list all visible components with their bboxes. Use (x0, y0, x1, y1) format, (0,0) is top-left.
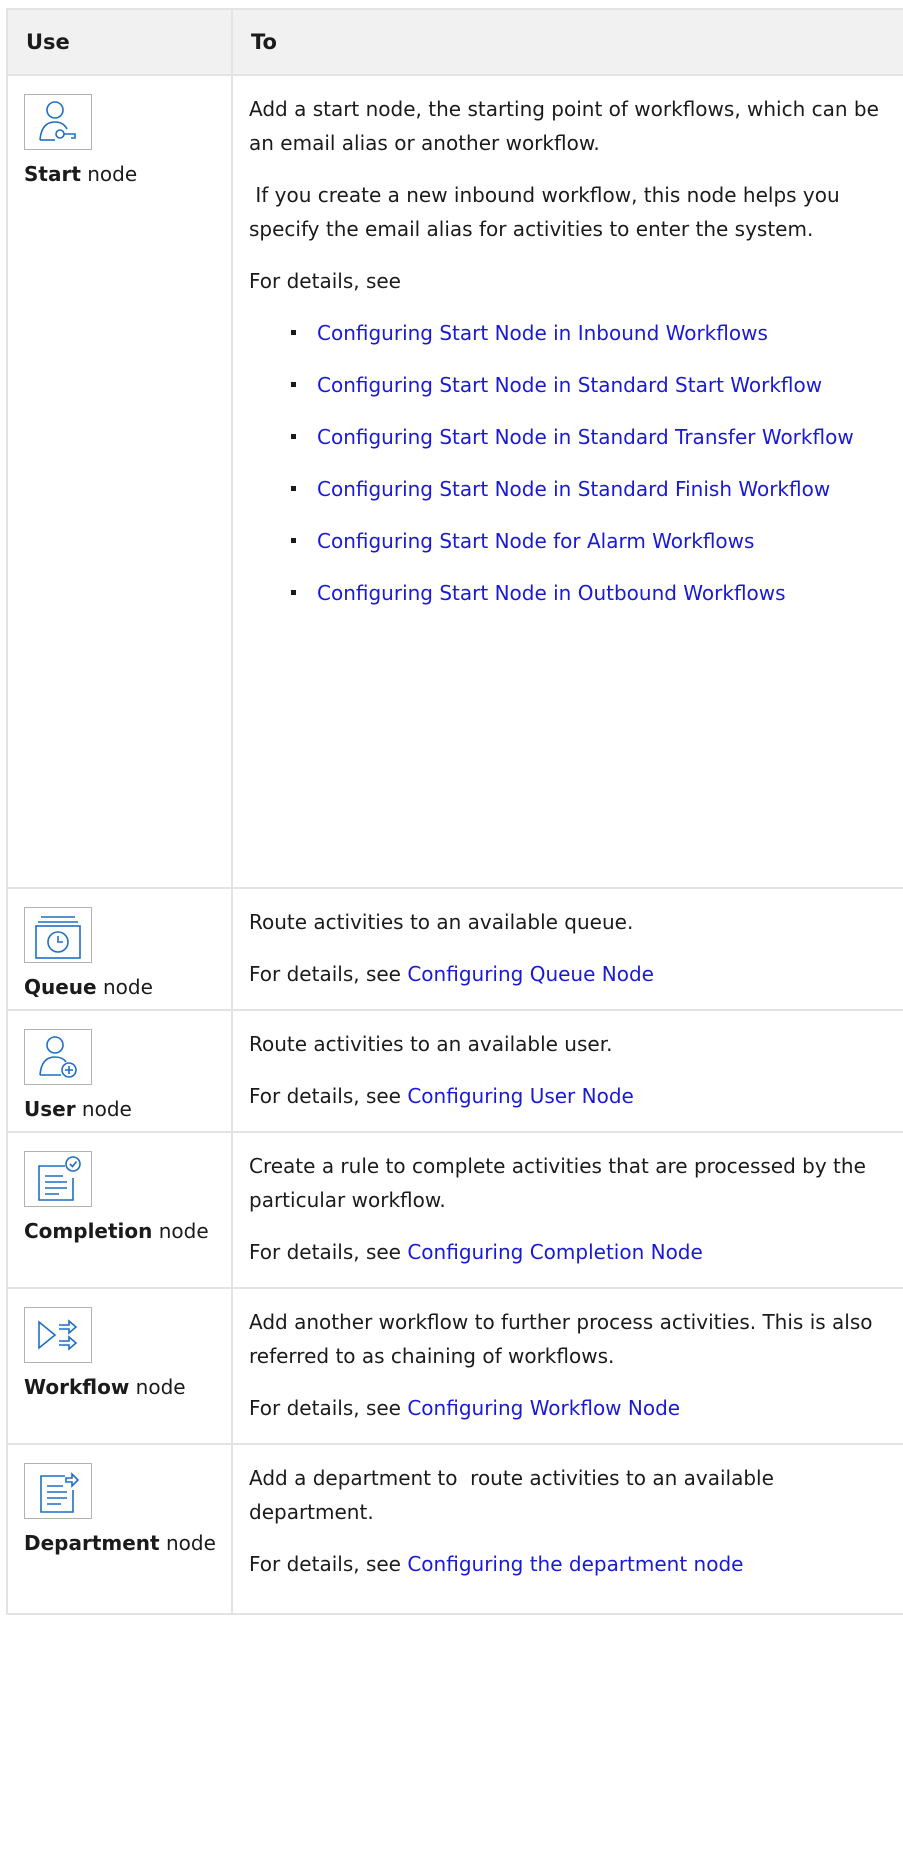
node-label: User node (24, 1095, 231, 1123)
column-header-use: Use (6, 8, 233, 76)
details-text: For details, see Configuring Workflow No… (249, 1391, 893, 1425)
list-item: Configuring Start Node for Alarm Workflo… (291, 524, 893, 558)
node-suffix: node (129, 1375, 186, 1399)
list-item: Configuring Start Node in Inbound Workfl… (291, 316, 893, 350)
queue-node-icon (24, 907, 92, 963)
table-row-completion-node: Completion node Create a rule to complet… (6, 1131, 903, 1289)
details-link[interactable]: Configuring Start Node for Alarm Workflo… (317, 529, 754, 553)
to-cell: Add a department to route activities to … (231, 1443, 903, 1615)
description-text: Add another workflow to further process … (249, 1310, 873, 1368)
details-text: For details, see (249, 269, 401, 293)
details-link[interactable]: Configuring Start Node in Inbound Workfl… (317, 321, 768, 345)
to-cell: Add a start node, the starting point of … (231, 74, 903, 889)
column-header-to: To (231, 8, 903, 76)
node-suffix: node (96, 975, 153, 999)
description-text: Add a start node, the starting point of … (249, 97, 879, 155)
to-cell: Add another workflow to further process … (231, 1287, 903, 1445)
details-link[interactable]: Configuring Completion Node (407, 1240, 702, 1264)
details-link[interactable]: Configuring Workflow Node (407, 1396, 680, 1420)
node-suffix: node (75, 1097, 132, 1121)
details-text: For details, see Configuring the departm… (249, 1547, 893, 1581)
table-row-user-node: User node Route activities to an availab… (6, 1009, 903, 1133)
node-label: Department node (24, 1529, 231, 1557)
details-prefix: For details, see (249, 1396, 408, 1420)
to-cell: Route activities to an available user. F… (231, 1009, 903, 1133)
details-prefix: For details, see (249, 962, 408, 986)
details-prefix: For details, see (249, 1552, 408, 1576)
document-page: Use To Start node Add a start node, the … (0, 0, 903, 1861)
node-label: Queue node (24, 973, 231, 1001)
details-link[interactable]: Configuring the department node (407, 1552, 743, 1576)
list-item: Configuring Start Node in Outbound Workf… (291, 576, 893, 610)
user-node-icon (24, 1029, 92, 1085)
to-cell: Route activities to an available queue. … (231, 887, 903, 1011)
description-text: Create a rule to complete activities tha… (249, 1154, 866, 1212)
list-item: Configuring Start Node in Standard Start… (291, 368, 893, 402)
node-name: Workflow (24, 1375, 130, 1399)
table-row-queue-node: Queue node Route activities to an availa… (6, 887, 903, 1011)
use-cell: Start node (6, 74, 233, 889)
details-text: For details, see Configuring Completion … (249, 1235, 893, 1269)
details-link[interactable]: Configuring Start Node in Standard Start… (317, 373, 822, 397)
start-node-icon (24, 94, 92, 150)
description-text: Route activities to an available user. (249, 1032, 613, 1056)
node-name: Start (24, 162, 81, 186)
use-cell: Queue node (6, 887, 233, 1011)
table-row-start-node: Start node Add a start node, the startin… (6, 74, 903, 889)
list-item: Configuring Start Node in Standard Trans… (291, 420, 893, 454)
node-label: Start node (24, 160, 231, 188)
node-reference-table: Use To Start node Add a start node, the … (6, 8, 903, 1615)
details-text: For details, see Configuring User Node (249, 1079, 893, 1113)
node-label: Completion node (24, 1217, 231, 1245)
details-link[interactable]: Configuring Start Node in Standard Finis… (317, 477, 830, 501)
department-node-icon (24, 1463, 92, 1519)
description-text: If you create a new inbound workflow, th… (249, 183, 847, 241)
use-cell: Department node (6, 1443, 233, 1615)
use-cell: User node (6, 1009, 233, 1133)
details-link[interactable]: Configuring Queue Node (407, 962, 654, 986)
node-suffix: node (159, 1531, 216, 1555)
details-prefix: For details, see (249, 1240, 408, 1264)
details-prefix: For details, see (249, 1084, 408, 1108)
node-name: User (24, 1097, 76, 1121)
table-row-department-node: Department node Add a department to rout… (6, 1443, 903, 1615)
details-text: For details, see Configuring Queue Node (249, 957, 893, 991)
node-label: Workflow node (24, 1373, 231, 1401)
use-cell: Workflow node (6, 1287, 233, 1445)
node-name: Department (24, 1531, 160, 1555)
details-link-list: Configuring Start Node in Inbound Workfl… (249, 316, 893, 610)
details-link[interactable]: Configuring Start Node in Outbound Workf… (317, 581, 786, 605)
description-text: Add a department to route activities to … (249, 1466, 781, 1524)
details-link[interactable]: Configuring Start Node in Standard Trans… (317, 425, 854, 449)
description-text: Route activities to an available queue. (249, 910, 634, 934)
list-item: Configuring Start Node in Standard Finis… (291, 472, 893, 506)
table-row-workflow-node: Workflow node Add another workflow to fu… (6, 1287, 903, 1445)
workflow-node-icon (24, 1307, 92, 1363)
node-name: Completion (24, 1219, 153, 1243)
node-name: Queue (24, 975, 97, 999)
details-link[interactable]: Configuring User Node (407, 1084, 634, 1108)
to-cell: Create a rule to complete activities tha… (231, 1131, 903, 1289)
node-suffix: node (152, 1219, 209, 1243)
completion-node-icon (24, 1151, 92, 1207)
table-header-row: Use To (6, 8, 903, 76)
use-cell: Completion node (6, 1131, 233, 1289)
node-suffix: node (80, 162, 138, 186)
